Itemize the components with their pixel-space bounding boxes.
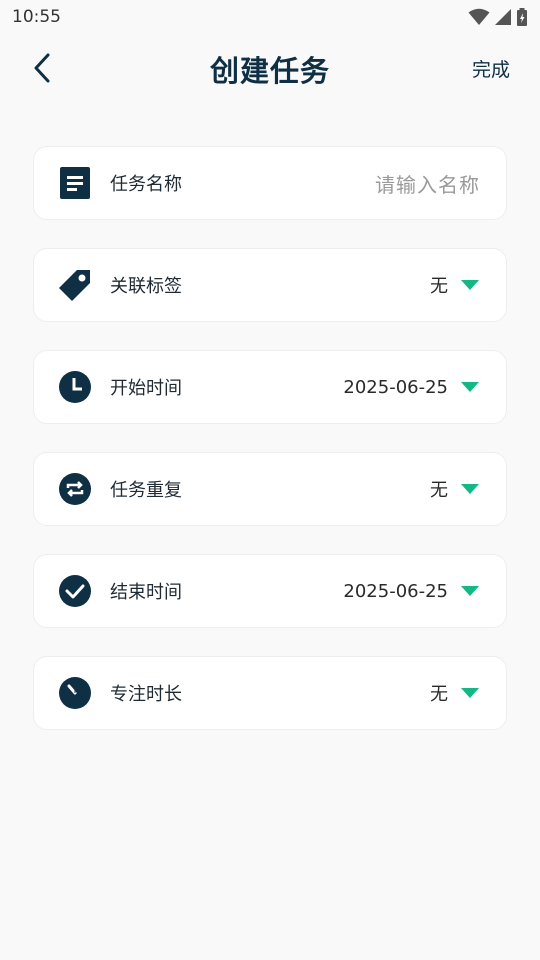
tag-row[interactable]: 关联标签 无: [33, 248, 507, 322]
timer-icon: [58, 676, 92, 710]
status-icons: [468, 7, 528, 27]
clock-icon: [58, 370, 92, 404]
start-time-label: 开始时间: [110, 378, 182, 399]
repeat-value: 无: [430, 480, 448, 501]
caret-down-icon: [461, 484, 479, 494]
caret-down-icon: [461, 382, 479, 392]
signal-icon: [495, 9, 511, 25]
tag-icon: [58, 268, 92, 302]
app-bar: 创建任务 完成: [0, 40, 540, 96]
focus-duration-row[interactable]: 专注时长 无: [33, 656, 507, 730]
end-time-value: 2025-06-25: [343, 580, 448, 602]
focus-duration-value: 无: [430, 684, 448, 705]
repeat-icon: [58, 472, 92, 506]
task-name-label: 任务名称: [110, 174, 182, 195]
end-time-label: 结束时间: [110, 582, 182, 603]
status-bar: 10:55: [0, 0, 540, 34]
end-time-row[interactable]: 结束时间 2025-06-25: [33, 554, 507, 628]
done-button[interactable]: 完成: [472, 55, 510, 82]
task-name-row[interactable]: 任务名称 请输入名称: [33, 146, 507, 220]
task-name-input[interactable]: 请输入名称: [375, 169, 480, 198]
check-circle-icon: [58, 574, 92, 608]
start-time-value: 2025-06-25: [343, 376, 448, 398]
status-time: 10:55: [12, 7, 61, 27]
battery-icon: [517, 8, 527, 26]
page-title: 创建任务: [209, 54, 330, 88]
document-icon: [58, 166, 92, 200]
repeat-label: 任务重复: [110, 480, 182, 501]
start-time-row[interactable]: 开始时间 2025-06-25: [33, 350, 507, 424]
caret-down-icon: [461, 586, 479, 596]
repeat-row[interactable]: 任务重复 无: [33, 452, 507, 526]
wifi-icon: [468, 8, 490, 25]
tag-label: 关联标签: [110, 276, 182, 297]
tag-value: 无: [430, 276, 448, 297]
caret-down-icon: [461, 688, 479, 698]
caret-down-icon: [461, 280, 479, 290]
focus-duration-label: 专注时长: [110, 684, 182, 705]
